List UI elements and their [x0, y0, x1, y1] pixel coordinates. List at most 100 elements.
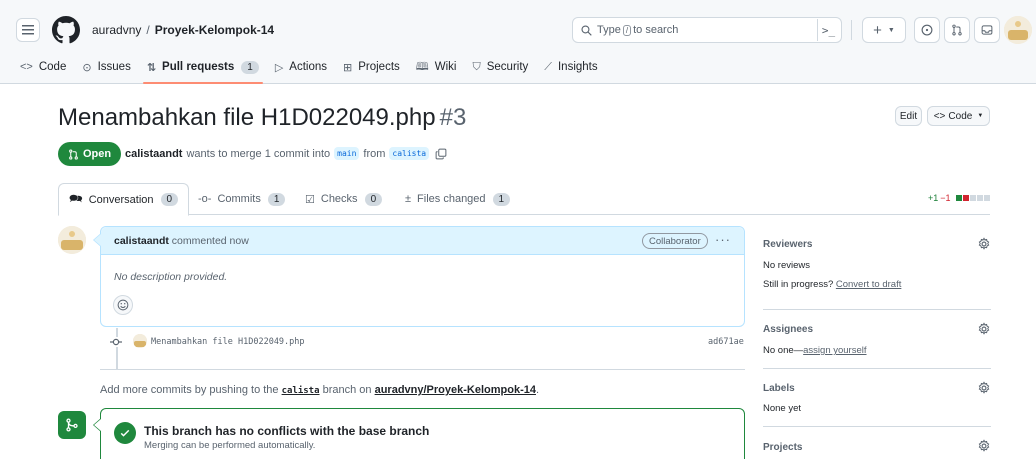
tab-checks-count: 0	[364, 192, 383, 206]
code-dropdown-label: Code	[948, 110, 973, 122]
comment-box: calistaandt commented now Collaborator ·…	[100, 226, 745, 327]
git-commit-icon: -o-	[198, 193, 212, 205]
diffstat-block-neutral	[969, 195, 976, 201]
copy-icon[interactable]	[435, 148, 447, 160]
smiley-icon	[117, 299, 129, 311]
commit-message[interactable]: Menambahkan file H1D022049.php	[151, 337, 305, 347]
labels-title[interactable]: Labels	[763, 383, 795, 394]
nav-actions-label: Actions	[289, 61, 328, 73]
assignees-title[interactable]: Assignees	[763, 324, 813, 335]
diffstat-block-added	[955, 195, 962, 201]
sidebar-divider	[763, 426, 991, 427]
nav-projects[interactable]: ⊞ Projects	[335, 54, 408, 80]
nav-actions[interactable]: ▷ Actions	[267, 54, 335, 80]
labels-gear-icon[interactable]	[977, 381, 991, 395]
head-branch[interactable]: calista	[389, 147, 430, 160]
hint-prefix: Add more commits by pushing to the	[100, 384, 279, 396]
page-title: Menambahkan file H1D022049.php #3	[58, 104, 466, 132]
code-dropdown-button[interactable]: <> Code ▼	[927, 106, 990, 126]
state-label: Open	[83, 148, 112, 160]
inbox-icon	[981, 25, 993, 35]
comment-header: calistaandt commented now Collaborator ·…	[101, 227, 744, 255]
projects-gear-icon[interactable]	[977, 439, 991, 453]
tab-checks[interactable]: ☑ Checks 0	[295, 183, 392, 215]
tab-conversation[interactable]: 🗪 Conversation 0	[58, 183, 190, 216]
hint-middle: branch on	[322, 384, 372, 396]
command-palette-button[interactable]: >_	[817, 19, 839, 41]
file-diff-icon: ±	[405, 193, 412, 205]
pull-requests-counter: 1	[241, 60, 259, 74]
comment-author-avatar[interactable]	[58, 226, 86, 254]
diffstat-block-neutral	[983, 195, 990, 201]
pr-title: Menambahkan file H1D022049.php	[58, 104, 436, 131]
nav-wiki[interactable]: 🕮 Wiki	[408, 54, 465, 80]
assignees-gear-icon[interactable]	[977, 322, 991, 336]
comment-author[interactable]: calistaandt	[114, 235, 169, 247]
menu-button[interactable]	[16, 18, 40, 42]
commit-author-avatar[interactable]	[133, 334, 147, 348]
projects-title[interactable]: Projects	[763, 442, 802, 453]
merge-text: wants to merge 1 commit into	[186, 147, 331, 160]
sidebar-divider	[763, 309, 991, 310]
reviewers-title[interactable]: Reviewers	[763, 239, 812, 250]
commit-sha[interactable]: ad671ae	[708, 337, 744, 347]
collaborator-badge: Collaborator	[642, 233, 708, 249]
add-reaction-button[interactable]	[113, 295, 133, 315]
hint-repo-link[interactable]: auradvny/Proyek-Kelompok-14	[375, 384, 536, 396]
inbox-button[interactable]	[974, 17, 1000, 43]
git-pull-request-icon	[952, 24, 962, 36]
search-icon	[581, 24, 592, 36]
nav-security[interactable]: ⛉ Security	[464, 54, 536, 80]
comment-caret-inner	[94, 234, 101, 246]
comment-body: No description provided.	[114, 271, 228, 283]
kebab-horizontal-icon[interactable]: ···	[715, 232, 731, 247]
collaborator-label: Collaborator	[649, 235, 701, 247]
nav-insights[interactable]: ⟋ Insights	[536, 54, 605, 80]
code-icon: <>	[20, 61, 33, 73]
reviewers-gear-icon[interactable]	[977, 237, 991, 251]
nav-insights-label: Insights	[557, 61, 598, 73]
repository-nav: <> Code ⊙ Issues ⇅ Pull requests 1 ▷ Actions …	[20, 54, 606, 84]
convert-to-draft-link[interactable]: Convert to draft	[836, 279, 901, 290]
user-avatar[interactable]	[1004, 16, 1032, 44]
hint-branch-link[interactable]: calista	[282, 386, 320, 396]
tab-commits[interactable]: -o- Commits 1	[188, 183, 295, 215]
nav-code[interactable]: <> Code	[20, 54, 74, 80]
tab-checks-label: Checks	[320, 193, 358, 205]
triangle-down-icon: ▼	[977, 113, 984, 119]
comment-action[interactable]: commented now	[172, 235, 249, 247]
diffstat: +1 −1	[928, 193, 990, 203]
search-input[interactable]: Type / to search	[572, 17, 842, 43]
breadcrumb-owner[interactable]: auradvny	[92, 23, 141, 37]
github-logo-icon[interactable]	[52, 16, 80, 44]
terminal-icon: >_	[821, 23, 836, 37]
book-icon: 🕮	[415, 60, 429, 73]
nav-pull-requests[interactable]: ⇅ Pull requests 1	[139, 54, 267, 84]
create-new-button[interactable]: + ▼	[862, 17, 906, 43]
check-circle-icon	[114, 422, 136, 444]
draft-hint-prefix: Still in progress?	[763, 279, 834, 290]
assign-yourself-link[interactable]: assign yourself	[803, 345, 866, 356]
nav-projects-label: Projects	[358, 61, 400, 73]
pull-request-icon: ⇅	[146, 61, 157, 74]
pr-number: #3	[439, 104, 467, 131]
header-divider	[851, 20, 852, 40]
draft-hint: Still in progress? Convert to draft	[763, 279, 901, 290]
additions-count: +1	[928, 193, 939, 203]
tab-files-changed[interactable]: ± Files changed 1	[395, 183, 520, 215]
nav-wiki-label: Wiki	[434, 61, 457, 73]
merge-box-caret-inner	[94, 419, 101, 431]
commit-row: Menambahkan file H1D022049.php ad671ae	[100, 333, 745, 351]
pull-requests-button[interactable]	[944, 17, 970, 43]
base-branch[interactable]: main	[334, 147, 360, 160]
plus-icon: +	[873, 21, 882, 39]
pr-author-link[interactable]: calistaandt	[125, 148, 182, 160]
breadcrumb-separator: /	[146, 23, 150, 37]
breadcrumb-repo[interactable]: Proyek-Kelompok-14	[155, 23, 274, 37]
nav-issues[interactable]: ⊙ Issues	[74, 54, 138, 80]
merge-status-subtitle: Merging can be performed automatically.	[144, 440, 316, 451]
tab-files-changed-count: 1	[492, 192, 511, 206]
issues-button[interactable]	[914, 17, 940, 43]
edit-button[interactable]: Edit	[895, 106, 922, 126]
nav-pull-requests-label: Pull requests	[162, 61, 235, 73]
